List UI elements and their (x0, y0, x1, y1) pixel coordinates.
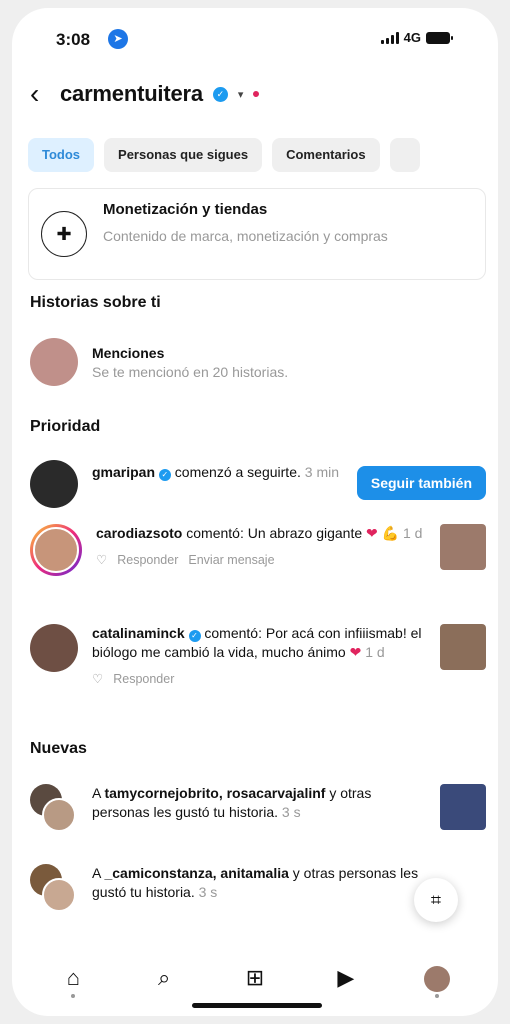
profile-avatar[interactable] (417, 958, 457, 998)
notification-dot (253, 91, 260, 97)
like-users[interactable]: tamycornejobrito, rosacarvajalinf (104, 785, 325, 801)
comment-notification[interactable]: carodiazsoto comentó: Un abrazo gigante … (30, 524, 486, 576)
tab-personas-que-sigues[interactable]: Personas que sigues (104, 138, 263, 172)
heart-emoji: ❤ (349, 644, 362, 660)
tab-todos[interactable]: Todos (28, 138, 95, 172)
mentions-title: Menciones (92, 345, 165, 361)
like-time: 3 s (281, 804, 301, 820)
avatar[interactable] (30, 624, 78, 672)
network-label: 4G (403, 30, 421, 45)
post-thumbnail[interactable] (440, 624, 486, 670)
follow-notification[interactable]: gmaripan ✓ comenzó a seguirte. 3 min Seg… (30, 460, 486, 508)
chevron-down-icon[interactable]: ▾ (238, 88, 244, 101)
stories-section-title: Historias sobre ti (30, 294, 161, 311)
like-users[interactable]: _camiconstanza, anitamalia (104, 865, 288, 881)
comment-notification[interactable]: catalinaminck ✓ comentó: Por acá con inf… (30, 624, 486, 689)
monetization-subtitle: Contenido de marca, monetización y compr… (103, 228, 388, 244)
comment-time: 1 d (365, 644, 385, 660)
status-bar: 3:08 ➤ 4G (12, 8, 498, 68)
mentions-row[interactable]: Menciones Se te mencionó en 20 historias… (30, 338, 486, 386)
new-section-title: Nuevas (30, 740, 87, 757)
phone-frame: 3:08 ➤ 4G ‹ carmentuitera ✓ ▾ Todos Pers… (12, 8, 498, 1016)
avatar-stack[interactable] (30, 784, 78, 832)
follow-back-button[interactable]: Seguir también (356, 466, 486, 500)
search-icon[interactable]: ⌕ (144, 958, 184, 998)
monetization-card[interactable]: ✚ Monetización y tiendas Contenido de ma… (28, 188, 486, 280)
comment-text: comentó: Un abrazo gigante (186, 525, 363, 541)
location-icon: ➤ (108, 29, 128, 49)
monetization-icon: ✚ (41, 211, 87, 257)
reply-button[interactable]: Responder (117, 551, 178, 570)
signal-icon (380, 31, 399, 44)
bottom-nav: ⌂ ⌕ ⊞ ▶ (12, 948, 498, 1008)
comment-username[interactable]: catalinaminck (92, 625, 185, 641)
verified-icon: ✓ (158, 469, 171, 481)
mentions-avatar (30, 338, 78, 386)
priority-section-title: Prioridad (30, 418, 101, 435)
follow-username[interactable]: gmaripan (92, 464, 155, 480)
home-icon[interactable]: ⌂ (53, 958, 93, 998)
battery-icon (426, 31, 453, 44)
like-notification[interactable]: A tamycornejobrito, rosacarvajalinf y ot… (30, 784, 486, 832)
filter-tabs: Todos Personas que sigues Comentarios (28, 138, 498, 172)
verified-icon: ✓ (188, 630, 201, 642)
header: ‹ carmentuitera ✓ ▾ (30, 74, 480, 114)
post-thumbnail[interactable] (440, 524, 486, 570)
tab-more[interactable] (389, 138, 420, 172)
back-icon[interactable]: ‹ (30, 80, 50, 108)
monetization-title: Monetización y tiendas (103, 201, 268, 218)
reels-icon[interactable]: ▶ (326, 958, 366, 998)
add-icon[interactable]: ⊞ (235, 958, 275, 998)
heart-icon[interactable]: ♡ (96, 551, 107, 570)
tab-comentarios[interactable]: Comentarios (272, 138, 380, 172)
reply-button[interactable]: Responder (113, 670, 174, 689)
send-message-button[interactable]: Enviar mensaje (188, 551, 274, 570)
scan-icon[interactable]: ⌗ (414, 878, 458, 922)
story-thumbnail[interactable] (440, 784, 486, 830)
heart-icon[interactable]: ♡ (92, 670, 103, 689)
follow-time: 3 min (304, 464, 339, 480)
avatar[interactable] (30, 524, 82, 576)
avatar-stack[interactable] (30, 864, 78, 912)
status-time: 3:08 (56, 30, 91, 49)
mentions-subtitle: Se te mencionó en 20 historias. (92, 364, 289, 380)
account-username[interactable]: carmentuitera (60, 81, 203, 107)
verified-icon: ✓ (212, 86, 228, 102)
comment-username[interactable]: carodiazsoto (96, 525, 182, 541)
like-prefix: A (92, 865, 101, 881)
status-indicators: 4G (380, 30, 453, 45)
comment-time: 1 d (402, 525, 423, 541)
avatar[interactable] (30, 460, 78, 508)
home-indicator (192, 1003, 322, 1008)
follow-text: comenzó a seguirte. (174, 464, 301, 480)
heart-emoji: ❤ (366, 525, 378, 541)
muscle-emoji: 💪 (381, 525, 400, 541)
like-time: 3 s (198, 884, 218, 900)
like-prefix: A (92, 785, 101, 801)
